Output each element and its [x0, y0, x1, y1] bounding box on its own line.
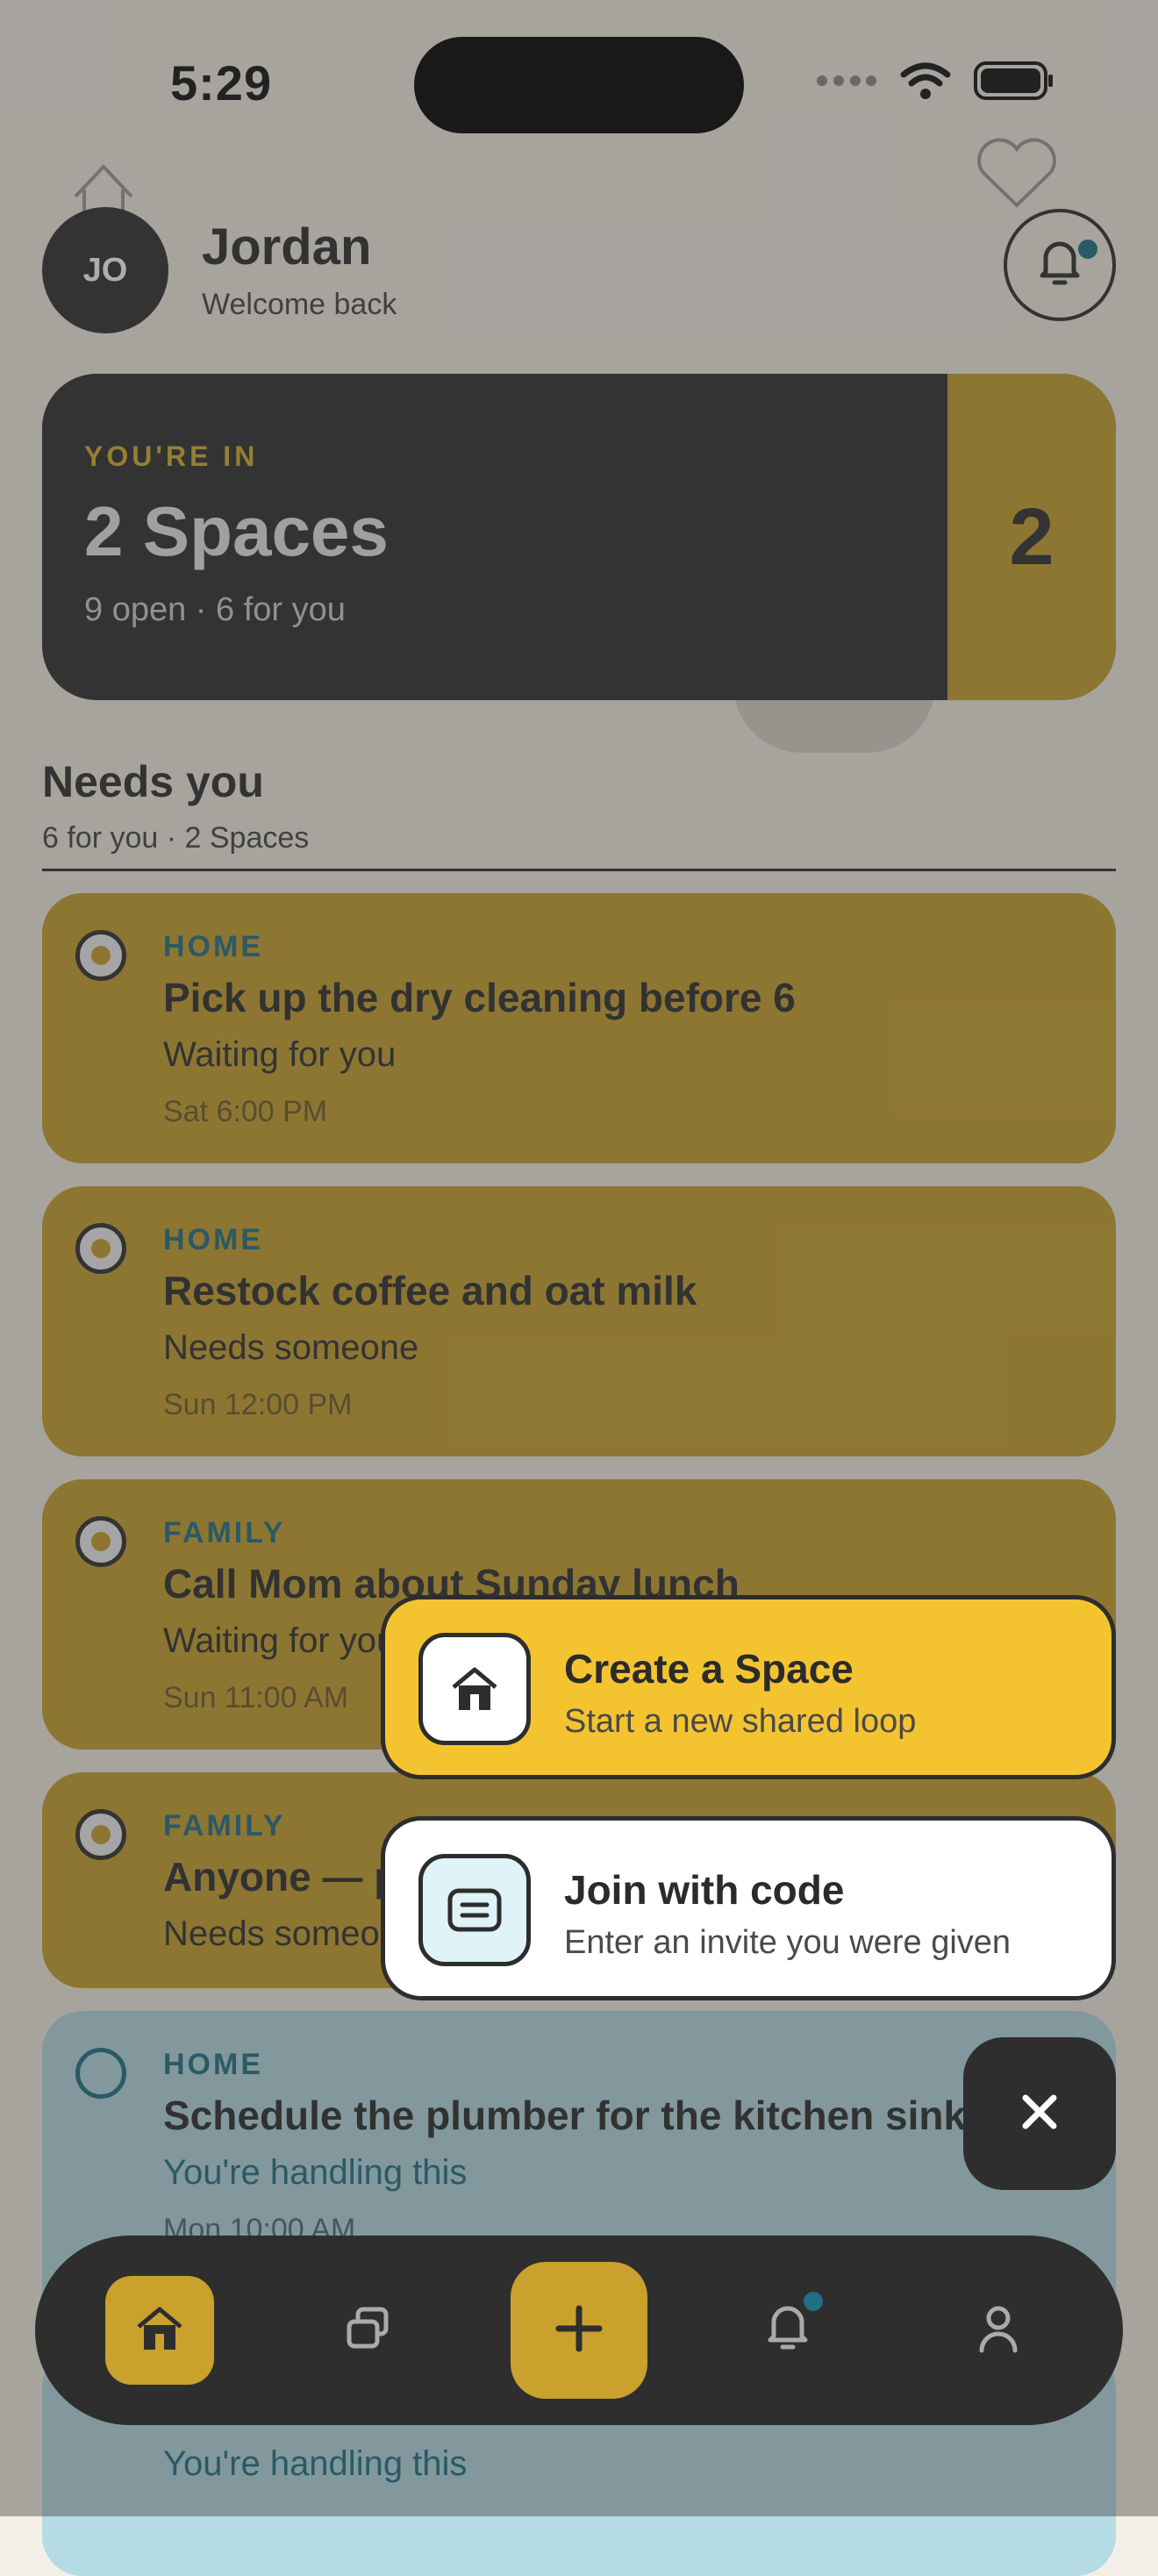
create-space-title: Create a Space: [564, 1646, 854, 1692]
join-with-code-title: Join with code: [564, 1867, 845, 1913]
ticket-icon: [418, 1854, 531, 1966]
profile-icon: [976, 2303, 1020, 2358]
create-space-subtitle: Start a new shared loop: [564, 1703, 917, 1740]
nav-notifications[interactable]: [733, 2276, 842, 2385]
nav-profile[interactable]: [944, 2276, 1053, 2385]
house-icon: [418, 1633, 531, 1745]
spaces-icon: [344, 2304, 393, 2358]
close-icon: [1020, 2093, 1059, 2136]
bell-icon: [766, 2303, 810, 2358]
bottom-nav: [35, 2236, 1123, 2425]
join-with-code-subtitle: Enter an invite you were given: [564, 1924, 1011, 1961]
nav-home[interactable]: [105, 2276, 214, 2385]
create-space-button[interactable]: Create a Space Start a new shared loop: [381, 1595, 1116, 1779]
nav-add-button[interactable]: [511, 2262, 647, 2399]
close-button[interactable]: [963, 2037, 1116, 2190]
plus-icon: [554, 2303, 604, 2358]
nav-notification-dot: [804, 2292, 823, 2311]
nav-spaces[interactable]: [314, 2276, 423, 2385]
join-with-code-button[interactable]: Join with code Enter an invite you were …: [381, 1816, 1116, 2000]
home-icon: [135, 2306, 184, 2356]
